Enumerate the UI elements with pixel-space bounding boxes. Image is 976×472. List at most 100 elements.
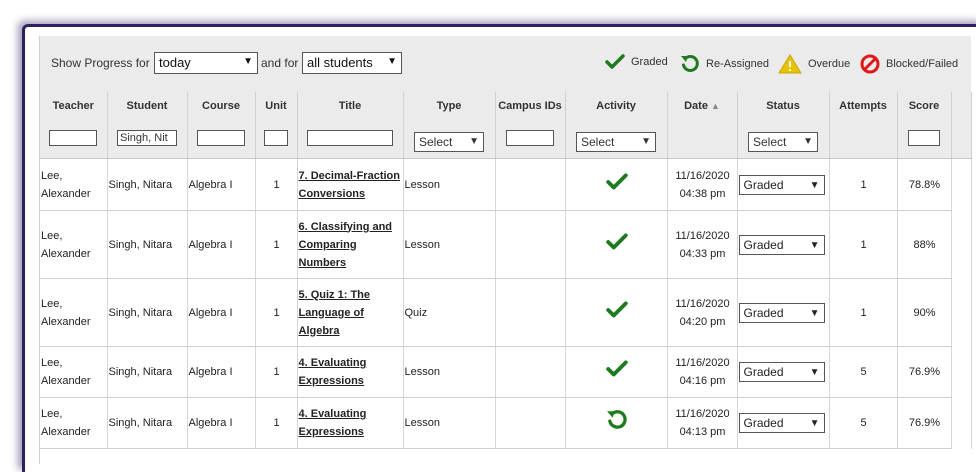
attempts-cell: 1: [829, 158, 898, 211]
status-value: Graded: [743, 237, 784, 252]
status-filter-select[interactable]: Select ▼: [748, 132, 818, 152]
title-link-line[interactable]: 5. Quiz 1: The: [299, 289, 371, 301]
status-value: Graded: [743, 177, 784, 192]
status-select-value: Select: [753, 135, 787, 149]
title-cell: 4. Evaluating Expressions: [297, 346, 404, 398]
reassign-icon[interactable]: [606, 409, 628, 431]
col-score: Score: [897, 92, 952, 159]
filter-bar: Show Progress for today ▼ and for all st…: [40, 36, 971, 93]
date-cell: 11/16/2020 04:13 pm: [667, 397, 738, 449]
reassign-icon: [681, 55, 699, 72]
progress-table: Teacher Student Singh, Nit Course Unit T…: [40, 92, 972, 449]
activity-select[interactable]: Select ▼: [576, 132, 656, 152]
title-link-line[interactable]: 4. Evaluating: [299, 357, 367, 369]
score-cell: 78.8%: [897, 158, 952, 211]
status-value: Graded: [743, 305, 784, 320]
student-cell: Singh, Nitara: [107, 397, 188, 449]
period-select[interactable]: today ▼: [154, 52, 258, 74]
check-icon: [605, 54, 625, 69]
title-link-line[interactable]: Comparing: [299, 239, 357, 251]
col-status: Status Select ▼: [737, 92, 830, 159]
score-filter-input[interactable]: [908, 130, 940, 146]
col-label: Campus IDs: [498, 100, 562, 112]
status-select[interactable]: Graded ▼: [738, 302, 825, 323]
check-icon[interactable]: [605, 232, 628, 251]
activity-cell: [565, 278, 668, 347]
title-filter-input[interactable]: [307, 130, 393, 146]
type-select[interactable]: Select ▼: [414, 132, 484, 152]
score-cell: 76.9%: [897, 397, 952, 449]
check-icon[interactable]: [605, 300, 628, 319]
title-link-line[interactable]: Algebra: [299, 325, 340, 337]
student-cell: Singh, Nitara: [107, 278, 188, 347]
date-cell: 11/16/2020 04:20 pm: [667, 278, 738, 347]
campus-cell: [495, 397, 566, 449]
title-link-line[interactable]: 7. Decimal-Fraction: [299, 170, 400, 182]
chevron-down-icon: ▼: [243, 56, 253, 67]
title-link-line[interactable]: 4. Evaluating: [299, 408, 367, 420]
col-label: Title: [338, 100, 362, 112]
title-cell: 4. Evaluating Expressions: [297, 397, 404, 449]
students-select[interactable]: all students ▼: [302, 52, 402, 74]
title-link-line[interactable]: Expressions: [299, 375, 364, 387]
type-select-value: Select: [419, 135, 453, 149]
table-header-row: Teacher Student Singh, Nit Course Unit T…: [40, 92, 972, 159]
title-cell: 5. Quiz 1: The Language of Algebra: [297, 278, 404, 347]
status-select[interactable]: Graded ▼: [738, 234, 825, 255]
status-select[interactable]: Graded ▼: [738, 413, 825, 433]
sort-icon[interactable]: ▲: [711, 101, 720, 111]
blocked-icon: [860, 54, 880, 74]
title-link-line[interactable]: Language of: [299, 307, 364, 319]
check-icon[interactable]: [605, 360, 628, 378]
col-unit: Unit: [255, 92, 298, 159]
activity-cell: [565, 158, 668, 211]
course-cell: Algebra I: [187, 397, 256, 449]
period-value: today: [159, 55, 191, 70]
type-cell: Lesson: [403, 210, 496, 279]
show-progress-label: Show Progress for: [51, 56, 150, 70]
course-filter-input[interactable]: [197, 130, 245, 146]
spacer-cell: [951, 210, 972, 279]
table-row: Lee, Alexander Singh, Nitara Algebra I 1 …: [40, 397, 972, 449]
table-row: Lee, Alexander Singh, Nitara Algebra I 1 …: [40, 346, 972, 398]
status-select[interactable]: Graded ▼: [738, 362, 825, 382]
title-link-line[interactable]: Numbers: [299, 257, 347, 269]
campus-cell: [495, 278, 566, 347]
status-select[interactable]: Graded ▼: [738, 174, 825, 195]
score-cell: 88%: [897, 210, 952, 279]
status-cell: Graded ▼: [737, 278, 830, 347]
title-link-line[interactable]: 6. Classifying and: [299, 221, 393, 233]
type-cell: Quiz: [403, 278, 496, 347]
teacher-cell: Lee, Alexander: [40, 278, 108, 347]
col-date[interactable]: Date ▲: [667, 92, 738, 159]
teacher-cell: Lee, Alexander: [40, 397, 108, 449]
spacer-cell: [951, 278, 972, 347]
legend-label: Re-Assigned: [706, 58, 769, 70]
unit-filter-input[interactable]: [264, 130, 288, 146]
teacher-filter-input[interactable]: [49, 130, 98, 146]
legend-reassigned: Re-Assigned: [680, 54, 769, 74]
col-label: Unit: [265, 100, 287, 112]
legend-overdue: Overdue: [778, 54, 850, 74]
warning-icon: [778, 54, 802, 74]
col-course: Course: [187, 92, 256, 159]
status-cell: Graded ▼: [737, 397, 830, 449]
title-link-line[interactable]: Expressions: [299, 426, 364, 438]
table-row: Lee, Alexander Singh, Nitara Algebra I 1 …: [40, 158, 972, 211]
col-teacher: Teacher: [40, 92, 108, 159]
table-row: Lee, Alexander Singh, Nitara Algebra I 1 …: [40, 278, 972, 347]
campus-filter-input[interactable]: [506, 130, 554, 146]
check-icon[interactable]: [605, 172, 628, 191]
activity-select-value: Select: [581, 135, 615, 149]
unit-cell: 1: [255, 210, 298, 279]
student-filter-input[interactable]: Singh, Nit: [117, 130, 177, 146]
activity-cell: [565, 346, 668, 398]
activity-cell: [565, 210, 668, 279]
course-cell: Algebra I: [187, 346, 256, 398]
chevron-down-icon: ▼: [803, 136, 813, 147]
title-link-line[interactable]: Conversions: [299, 188, 366, 200]
score-cell: 76.9%: [897, 346, 952, 398]
col-campus: Campus IDs: [495, 92, 566, 159]
course-cell: Algebra I: [187, 210, 256, 279]
type-cell: Lesson: [403, 346, 496, 398]
